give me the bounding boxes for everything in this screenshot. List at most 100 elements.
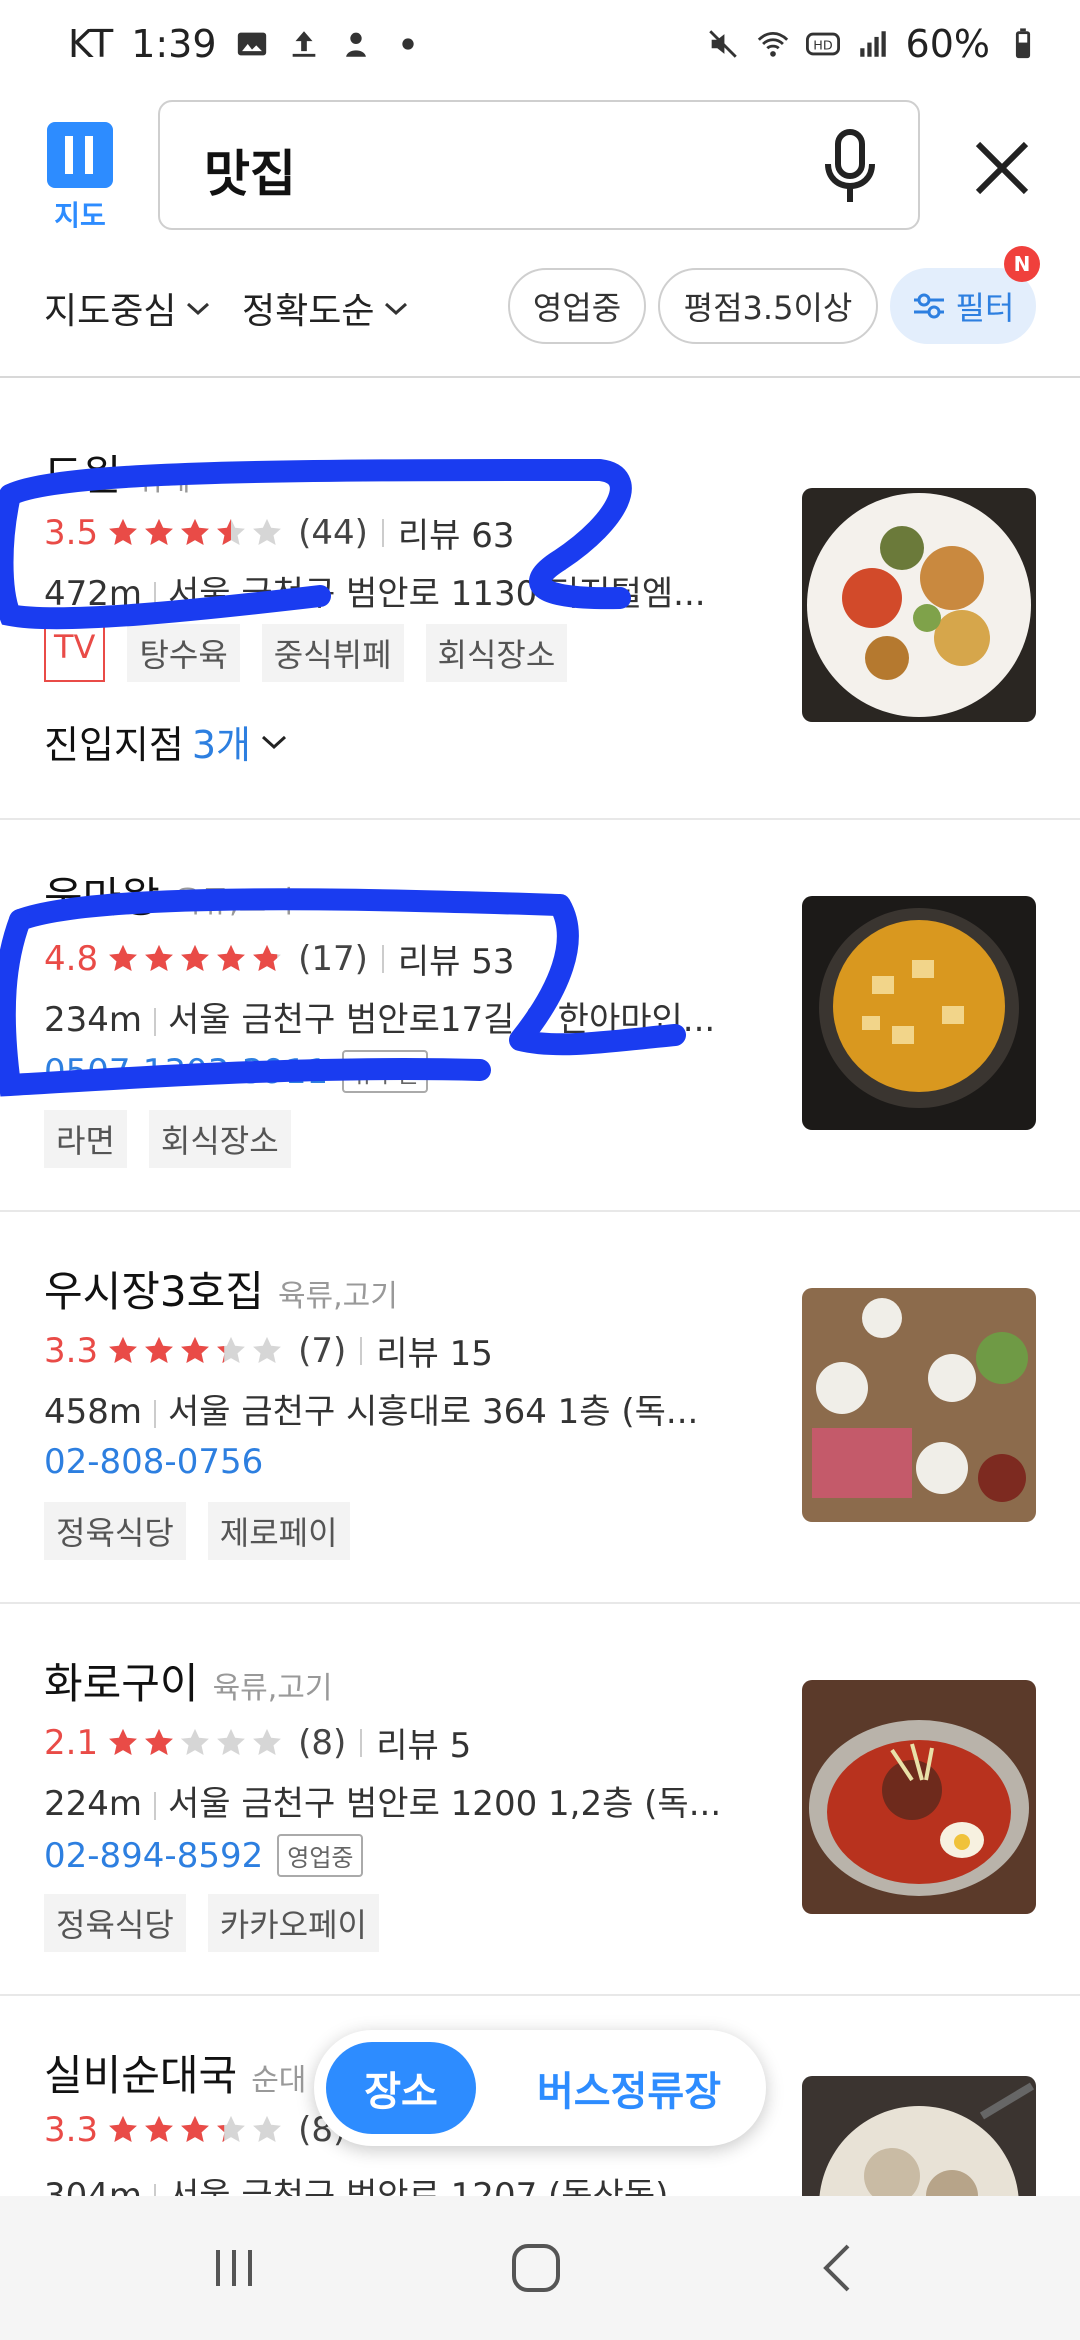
- divider: [381, 518, 384, 547]
- star-icon: [109, 1336, 137, 1363]
- list-item[interactable]: 화로구이 육류,고기 2.1 (8) 리뷰 5 224m 서울 금천구 범안로 12…: [0, 1604, 1080, 1996]
- tag[interactable]: 카카오페이: [207, 1894, 379, 1952]
- list-item[interactable]: 도원 뷔페 3.5 (44) 리뷰 63 472m 서울 금천구 범안로 1130 …: [0, 378, 1080, 820]
- tab-bus-stops[interactable]: 버스정류장: [504, 2042, 754, 2134]
- review-count[interactable]: 리뷰 53: [398, 934, 515, 983]
- list-item[interactable]: 움마왕 육류,고기 4.8 (17) 리뷰 53 234m 서울 금천구 범안로17…: [0, 820, 1080, 1212]
- system-nav-bar: [0, 2196, 1080, 2340]
- tag[interactable]: 중식뷔페: [261, 624, 404, 682]
- place-category: 육류,고기: [212, 1671, 333, 1706]
- divider: [154, 581, 157, 610]
- place-photo[interactable]: [802, 1680, 1036, 1914]
- gallery-icon: [237, 32, 266, 56]
- rating-score: 3.3: [44, 2110, 99, 2150]
- divider: [154, 1399, 157, 1428]
- new-badge: N: [1004, 246, 1040, 282]
- star-icon: [145, 518, 173, 545]
- address: 서울 금천구 범안로17길 9 한아마인...: [168, 1000, 716, 1040]
- sort-accuracy-label: 정확도순: [242, 291, 375, 332]
- microphone-icon[interactable]: [820, 128, 880, 208]
- search-input[interactable]: 맛집: [158, 100, 920, 230]
- place-category: 순대: [251, 2063, 307, 2098]
- list-item[interactable]: 우시장3호집 육류,고기 3.3 (7) 리뷰 15 458m 서울 금천구 시흥대…: [0, 1212, 1080, 1604]
- sort-center-dropdown[interactable]: 지도중심: [44, 282, 212, 334]
- phone-row[interactable]: 0507-1303-3911 유무필: [44, 1050, 429, 1093]
- entry-point-label: 진입지점: [44, 723, 184, 767]
- star-icon: [217, 2115, 245, 2143]
- place-photo[interactable]: [802, 488, 1036, 722]
- address: 서울 금천구 시흥대로 364 1층 (독...: [168, 1392, 699, 1432]
- star-icon: [145, 1728, 173, 1755]
- place-name[interactable]: 화로구이 육류,고기: [44, 1650, 333, 1711]
- sort-accuracy-dropdown[interactable]: 정확도순: [242, 282, 410, 334]
- place-name[interactable]: 도원 뷔페: [44, 442, 190, 503]
- status-badge: 영업중: [277, 1834, 364, 1877]
- tag[interactable]: 정육식당: [44, 1894, 186, 1952]
- place-name-text: 우시장3호집: [44, 1267, 264, 1316]
- tag[interactable]: 탕수육: [127, 624, 240, 682]
- signal-icon: [859, 31, 886, 57]
- star-icon: [253, 518, 281, 545]
- status-badge: 유무필: [342, 1050, 429, 1093]
- distance: 234m: [44, 1000, 143, 1040]
- mute-icon: [708, 30, 737, 58]
- chip-open-now-label: 영업중: [532, 289, 622, 327]
- review-count[interactable]: 리뷰 63: [398, 508, 515, 557]
- home-icon[interactable]: [504, 2236, 568, 2300]
- rating-row: 3.5 (44) 리뷰 63: [44, 508, 515, 557]
- star-icon: [181, 1336, 209, 1363]
- phone-number[interactable]: 0507-1303-3911: [44, 1052, 328, 1092]
- distance: 472m: [44, 574, 143, 614]
- dot-icon: [401, 38, 414, 50]
- star-icon: [181, 1728, 209, 1755]
- distance: 224m: [44, 1784, 143, 1824]
- divider: [360, 1728, 363, 1757]
- star-icon: [217, 1728, 245, 1755]
- star-icon: [253, 2115, 281, 2143]
- address-row: 224m 서울 금천구 범안로 1200 1,2층 (독...: [44, 1776, 764, 1825]
- rating-row: 3.3 (7) 리뷰 15: [44, 1326, 493, 1375]
- rating-count: (8): [298, 1722, 347, 1763]
- place-photo[interactable]: [802, 896, 1036, 1130]
- divider: [154, 1007, 157, 1036]
- carrier-label: KT: [68, 22, 114, 66]
- tab-places[interactable]: 장소: [326, 2042, 476, 2134]
- phone-row[interactable]: 02-894-8592 영업중: [44, 1834, 364, 1877]
- star-rating: [106, 2113, 286, 2147]
- filter-button[interactable]: 필터 N: [890, 246, 1040, 344]
- tag[interactable]: 회식장소: [148, 1110, 291, 1168]
- chip-rating-35[interactable]: 평점3.5이상: [658, 268, 878, 344]
- phone-row[interactable]: 02-808-0756: [44, 1442, 263, 1482]
- tag[interactable]: 정육식당: [44, 1502, 186, 1560]
- review-count[interactable]: 리뷰 15: [376, 1326, 493, 1375]
- place-photo[interactable]: [802, 1288, 1036, 1522]
- place-category: 육류,고기: [277, 1279, 398, 1314]
- star-icon: [181, 944, 209, 971]
- place-category: 뷔페: [135, 463, 191, 498]
- sort-center-label: 지도중심: [44, 291, 177, 332]
- upload-icon: [292, 31, 315, 57]
- tag[interactable]: 회식장소: [425, 624, 568, 682]
- back-icon[interactable]: [808, 2236, 872, 2300]
- close-icon[interactable]: [970, 136, 1034, 200]
- app-icon: [345, 32, 366, 57]
- phone-number[interactable]: 02-808-0756: [44, 1442, 263, 1482]
- chip-open-now[interactable]: 영업중: [508, 268, 646, 344]
- phone-number[interactable]: 02-894-8592: [44, 1836, 263, 1876]
- recent-apps-icon[interactable]: [202, 2236, 266, 2300]
- battery-icon: [1015, 28, 1031, 59]
- chevron-down-icon: [385, 302, 408, 316]
- place-category: 육류,고기: [173, 885, 294, 920]
- review-count[interactable]: 리뷰 5: [376, 1718, 471, 1767]
- place-name[interactable]: 실비순대국 순대: [44, 2042, 306, 2103]
- tag[interactable]: 제로페이: [207, 1502, 350, 1560]
- map-logo-button[interactable]: 지도: [44, 122, 116, 232]
- entry-point-toggle[interactable]: 진입지점 3개: [44, 714, 289, 769]
- star-rating: [106, 1334, 286, 1368]
- star-rating: [106, 1726, 286, 1760]
- tag[interactable]: 라면: [44, 1110, 127, 1168]
- address-row: 234m 서울 금천구 범안로17길 9 한아마인...: [44, 992, 764, 1041]
- place-name[interactable]: 우시장3호집 육류,고기: [44, 1258, 398, 1319]
- search-header: 지도 맛집: [0, 100, 1080, 240]
- place-name[interactable]: 움마왕 육류,고기: [44, 864, 294, 925]
